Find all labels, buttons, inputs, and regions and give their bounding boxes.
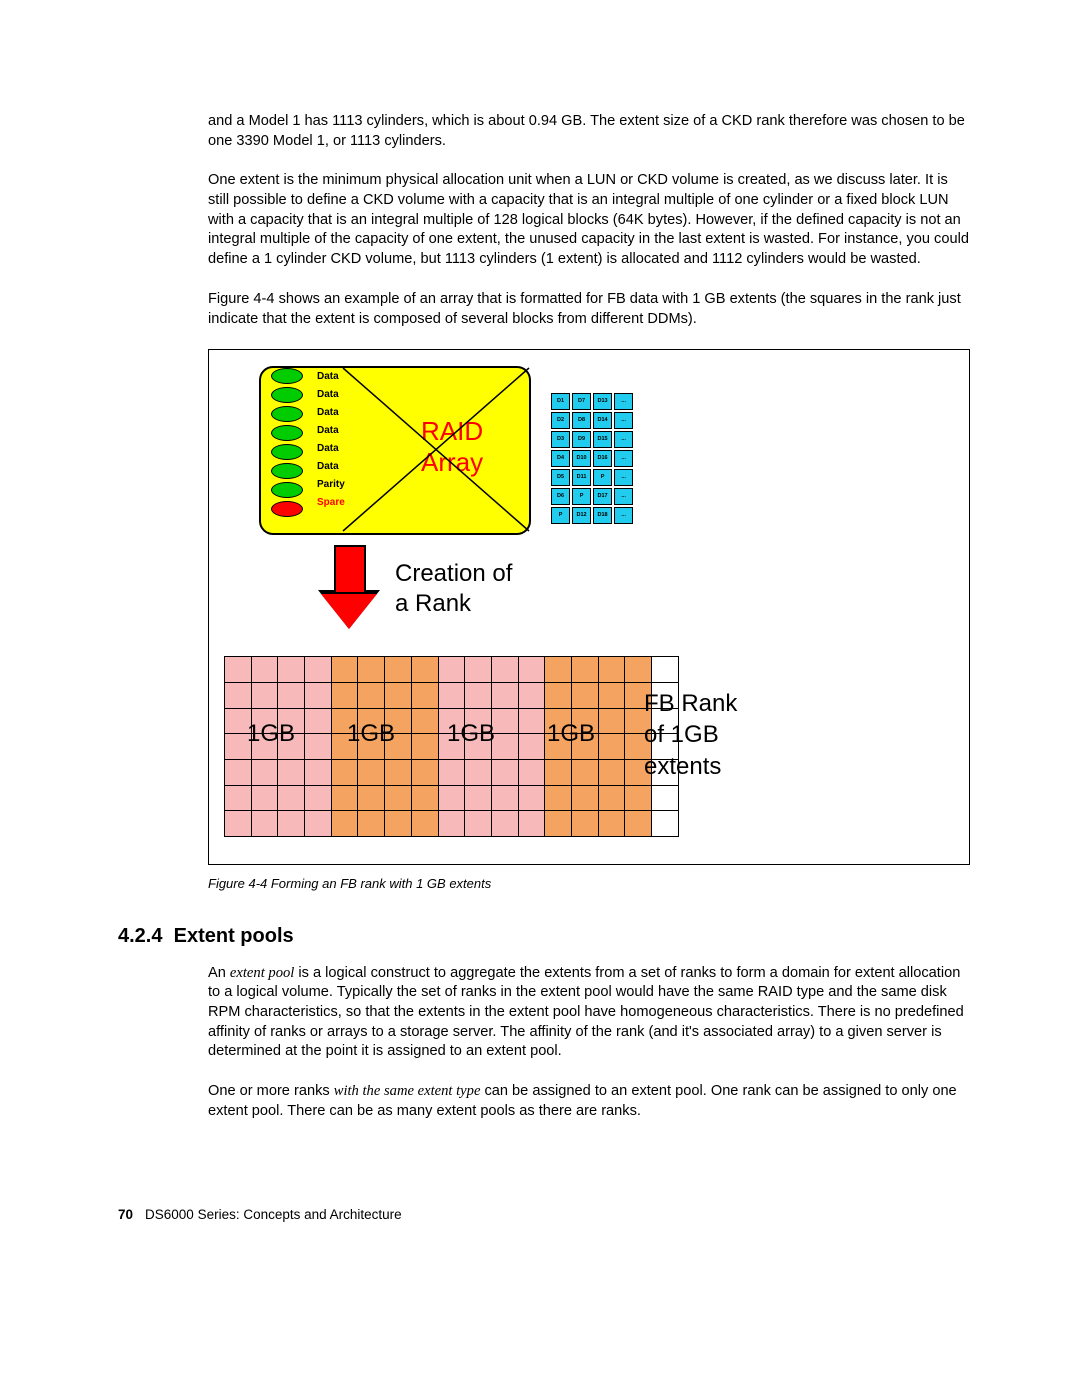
disk-icon bbox=[271, 444, 303, 460]
disk-label: Data bbox=[317, 370, 339, 384]
disk-label: Data bbox=[317, 388, 339, 402]
figure-caption: Figure 4-4 Forming an FB rank with 1 GB … bbox=[208, 875, 970, 893]
figure-4-4: RAID Array Data Data Data bbox=[208, 349, 970, 865]
section-title: Extent pools bbox=[174, 925, 294, 947]
disk-icon bbox=[271, 463, 303, 479]
disk-label: Data bbox=[317, 460, 339, 474]
disk-stack: Data Data Data Data Data Data Parity Spa… bbox=[271, 368, 303, 520]
raid-label-2: Array bbox=[421, 447, 483, 477]
disk-label: Data bbox=[317, 442, 339, 456]
extent-size-label: 1GB bbox=[347, 718, 395, 750]
section-number: 4.2.4 bbox=[118, 925, 162, 947]
paragraph-5: One or more ranks with the same extent t… bbox=[208, 1082, 970, 1121]
extent-size-label: 1GB bbox=[247, 718, 295, 750]
paragraph-1: and a Model 1 has 1113 cylinders, which … bbox=[208, 112, 970, 151]
disk-label: Spare bbox=[317, 496, 345, 510]
arrow-down-icon bbox=[321, 545, 377, 629]
creation-of-rank-label: Creation ofa Rank bbox=[395, 559, 512, 619]
paragraph-2: One extent is the minimum physical alloc… bbox=[208, 171, 970, 269]
fb-rank-label: FB Rankof 1GBextents bbox=[644, 688, 737, 782]
raid-array-box: RAID Array Data Data Data bbox=[259, 366, 531, 535]
array-mapping-grid: D1D7D13...D2D8D14...D3D9D15...D4D10D16..… bbox=[549, 391, 635, 526]
raid-label-1: RAID bbox=[421, 416, 483, 446]
extent-size-label: 1GB bbox=[447, 718, 495, 750]
paragraph-4: An extent pool is a logical construct to… bbox=[208, 964, 970, 1062]
disk-label: Data bbox=[317, 406, 339, 420]
book-title: DS6000 Series: Concepts and Architecture bbox=[145, 1207, 402, 1222]
disk-icon bbox=[271, 425, 303, 441]
disk-icon bbox=[271, 387, 303, 403]
disk-icon bbox=[271, 406, 303, 422]
section-heading: 4.2.4 Extent pools bbox=[118, 923, 970, 950]
disk-label: Parity bbox=[317, 478, 345, 492]
disk-label: Data bbox=[317, 424, 339, 438]
page-number: 70 bbox=[118, 1207, 133, 1222]
page-footer: 70 DS6000 Series: Concepts and Architectu… bbox=[118, 1206, 970, 1224]
disk-icon bbox=[271, 368, 303, 384]
paragraph-3: Figure 4-4 shows an example of an array … bbox=[208, 290, 970, 329]
extent-size-label: 1GB bbox=[547, 718, 595, 750]
disk-icon bbox=[271, 501, 303, 517]
disk-icon bbox=[271, 482, 303, 498]
